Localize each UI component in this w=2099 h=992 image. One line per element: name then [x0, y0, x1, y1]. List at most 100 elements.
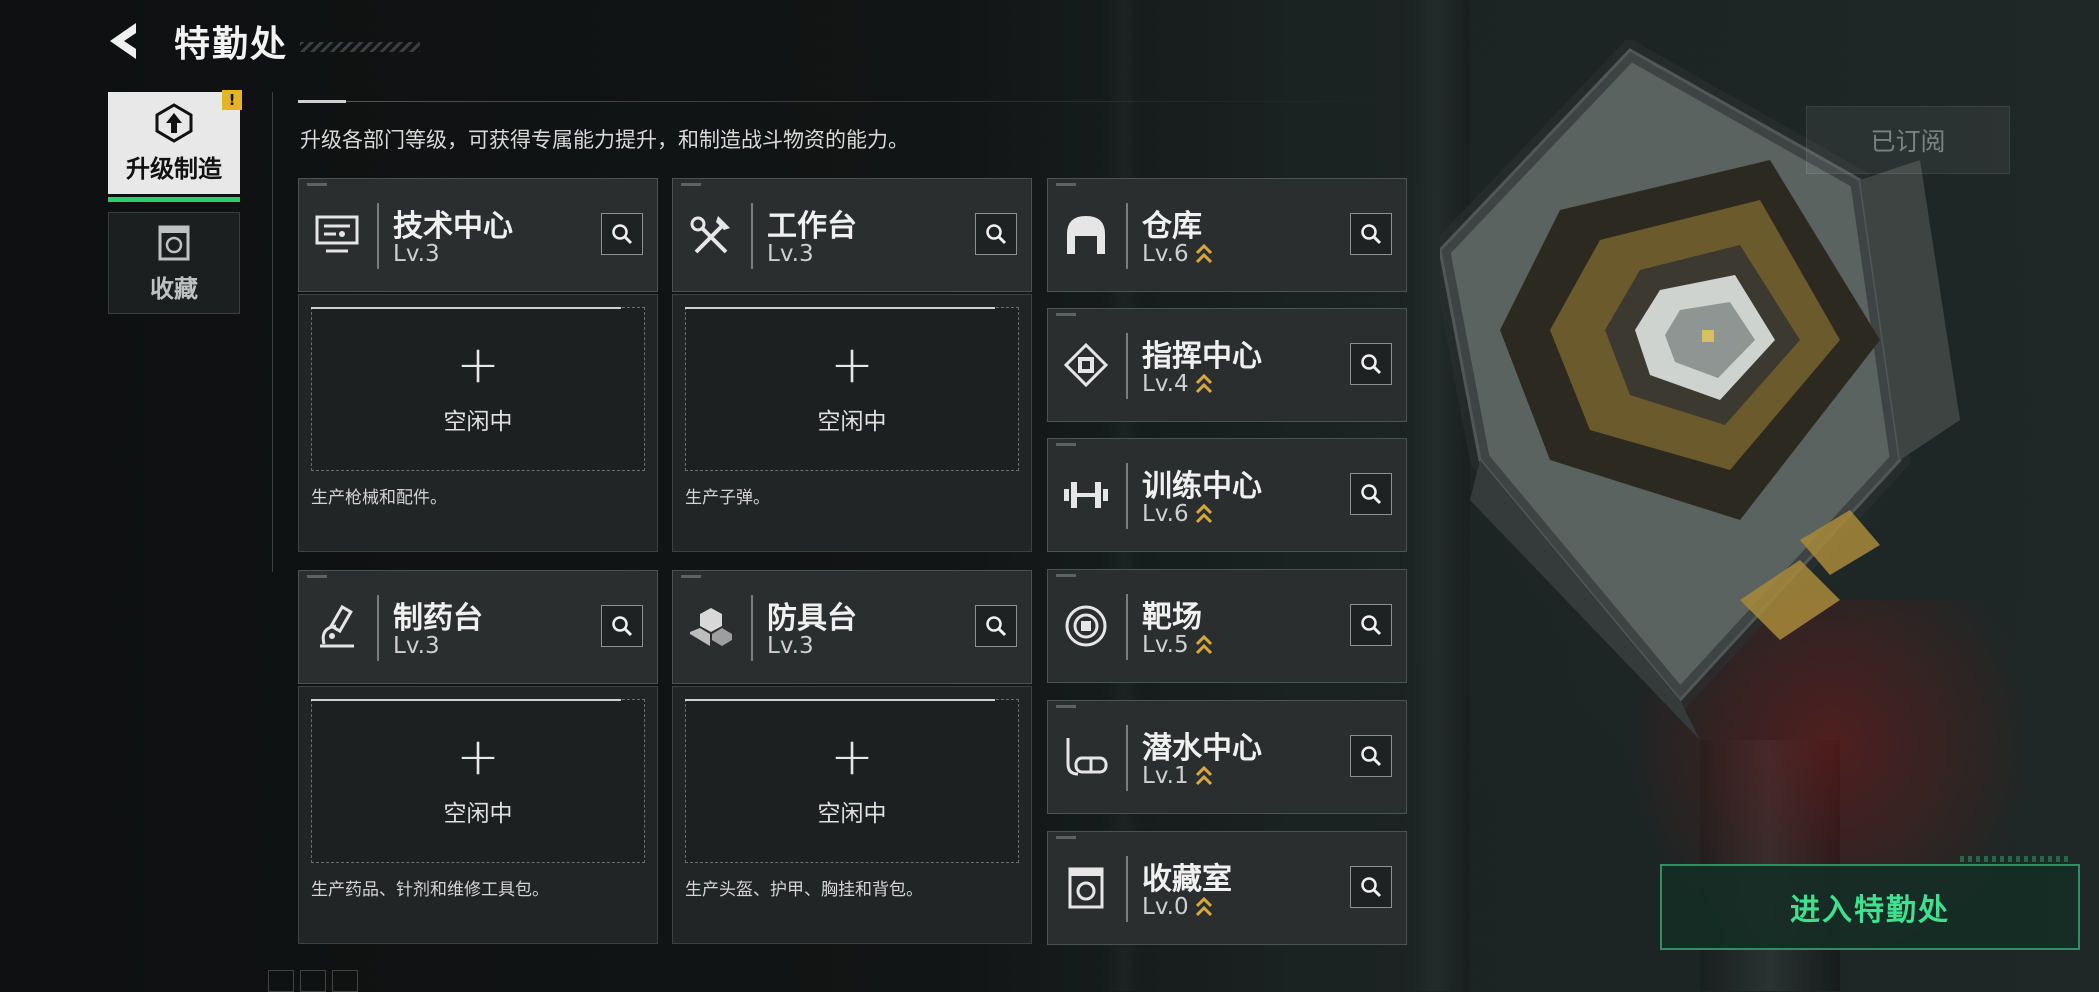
- production-description: 生产子弹。: [685, 488, 770, 508]
- divider: [298, 101, 1398, 102]
- search-button[interactable]: [1350, 604, 1392, 646]
- facility-level: Lv.4: [1142, 371, 1213, 397]
- search-icon: [612, 224, 633, 245]
- production-slot[interactable]: + 空闲中: [311, 699, 645, 863]
- title-decoration: [300, 42, 420, 52]
- production-panel-workbench: + 空闲中 生产子弹。: [672, 294, 1032, 552]
- monitor-icon: [311, 209, 363, 261]
- search-button[interactable]: [1350, 213, 1392, 255]
- facility-name: 指挥中心: [1142, 339, 1262, 374]
- divider: [272, 92, 273, 572]
- sidebar-item-label: 收藏: [150, 274, 198, 303]
- plus-icon: +: [830, 727, 874, 787]
- facility-level: Lv.3: [767, 241, 814, 267]
- search-button[interactable]: [975, 605, 1017, 647]
- facility-level: Lv.0: [1142, 894, 1213, 920]
- facility-level: Lv.5: [1142, 632, 1213, 658]
- production-description: 生产枪械和配件。: [311, 488, 447, 508]
- production-panel-pharmacy: + 空闲中 生产药品、针剂和维修工具包。: [298, 686, 658, 944]
- facility-card-training-center[interactable]: 训练中心 Lv.6: [1047, 438, 1407, 552]
- microscope-icon: [311, 601, 363, 653]
- upgrade-available-icon: [1195, 373, 1212, 394]
- facility-card-workbench[interactable]: 工作台 Lv.3: [672, 178, 1032, 292]
- facility-card-command-center[interactable]: 指挥中心 Lv.4: [1047, 308, 1407, 422]
- search-button[interactable]: [1350, 866, 1392, 908]
- alert-badge: !: [222, 90, 242, 110]
- facility-name: 制药台: [393, 601, 483, 636]
- enter-special-ops-button[interactable]: 进入特勤处: [1660, 856, 2080, 950]
- sidebar-item-collection[interactable]: 收藏: [108, 212, 240, 314]
- plus-icon: +: [456, 335, 500, 395]
- search-icon: [1361, 877, 1382, 898]
- search-icon: [986, 616, 1007, 637]
- search-button[interactable]: [601, 213, 643, 255]
- tools-icon: [685, 209, 737, 261]
- facility-level: Lv.6: [1142, 501, 1213, 527]
- facility-card-collection-room[interactable]: 收藏室 Lv.0: [1047, 831, 1407, 945]
- page-title: 特勤处: [174, 24, 289, 65]
- search-button[interactable]: [975, 213, 1017, 255]
- facility-level: Lv.6: [1142, 241, 1213, 267]
- sidebar-item-label: 升级制造: [126, 154, 222, 183]
- facility-card-armor-bench[interactable]: 防具台 Lv.3: [672, 570, 1032, 684]
- slot-status: 空闲中: [443, 801, 513, 827]
- production-panel-armor-bench: + 空闲中 生产头盔、护甲、胸挂和背包。: [672, 686, 1032, 944]
- facility-level: Lv.3: [767, 633, 814, 659]
- dumbbell-icon: [1060, 469, 1112, 521]
- search-button[interactable]: [1350, 735, 1392, 777]
- section-description: 升级各部门等级，可获得专属能力提升，和制造战斗物资的能力。: [300, 128, 909, 152]
- upgrade-available-icon: [1195, 634, 1212, 655]
- back-button[interactable]: [104, 19, 148, 63]
- production-description: 生产药品、针剂和维修工具包。: [311, 880, 549, 900]
- diving-mask-icon: [1060, 731, 1112, 783]
- sidebar-item-upgrade[interactable]: 升级制造 !: [108, 90, 242, 202]
- upgrade-available-icon: [1195, 896, 1212, 917]
- facility-card-pharmacy[interactable]: 制药台 Lv.3: [298, 570, 658, 684]
- search-button[interactable]: [1350, 473, 1392, 515]
- search-icon: [1361, 354, 1382, 375]
- target-icon: [1060, 600, 1112, 652]
- facility-card-shooting-range[interactable]: 靶场 Lv.5: [1047, 569, 1407, 683]
- search-button[interactable]: [601, 605, 643, 647]
- facility-level: Lv.1: [1142, 763, 1213, 789]
- plus-icon: +: [456, 727, 500, 787]
- facility-card-warehouse[interactable]: 仓库 Lv.6: [1047, 178, 1407, 292]
- search-icon: [986, 224, 1007, 245]
- slot-status: 空闲中: [443, 409, 513, 435]
- facility-name: 潜水中心: [1142, 731, 1262, 766]
- production-panel-tech-center: + 空闲中 生产枪械和配件。: [298, 294, 658, 552]
- upgrade-available-icon: [1195, 503, 1212, 524]
- chip-icon: [1060, 339, 1112, 391]
- facility-name: 技术中心: [393, 209, 513, 244]
- facility-card-tech-center[interactable]: 技术中心 Lv.3: [298, 178, 658, 292]
- warehouse-icon: [1060, 209, 1112, 261]
- search-button[interactable]: [1350, 343, 1392, 385]
- upgrade-available-icon: [1195, 765, 1212, 786]
- facility-name: 仓库: [1142, 209, 1202, 244]
- search-icon: [1361, 615, 1382, 636]
- subscribed-button[interactable]: 已订阅: [1806, 106, 2010, 174]
- production-slot[interactable]: + 空闲中: [685, 307, 1019, 471]
- facility-level: Lv.3: [393, 633, 440, 659]
- facility-level: Lv.3: [393, 241, 440, 267]
- facility-card-diving-center[interactable]: 潜水中心 Lv.1: [1047, 700, 1407, 814]
- collection-icon: [1060, 862, 1112, 914]
- facility-name: 防具台: [767, 601, 857, 636]
- upgrade-icon: [155, 102, 193, 143]
- production-slot[interactable]: + 空闲中: [685, 699, 1019, 863]
- header: 特勤处: [104, 16, 424, 66]
- facility-name: 工作台: [767, 209, 857, 244]
- cubes-icon: [685, 601, 737, 653]
- collection-box-icon: [158, 225, 190, 260]
- search-icon: [612, 616, 633, 637]
- search-icon: [1361, 224, 1382, 245]
- production-slot[interactable]: + 空闲中: [311, 307, 645, 471]
- bottom-decoration: [268, 970, 358, 992]
- plus-icon: +: [830, 335, 874, 395]
- facility-name: 训练中心: [1142, 469, 1262, 504]
- facility-name: 收藏室: [1142, 862, 1232, 897]
- slot-status: 空闲中: [817, 409, 887, 435]
- divider-accent: [298, 100, 346, 103]
- facility-name: 靶场: [1142, 600, 1202, 635]
- slot-status: 空闲中: [817, 801, 887, 827]
